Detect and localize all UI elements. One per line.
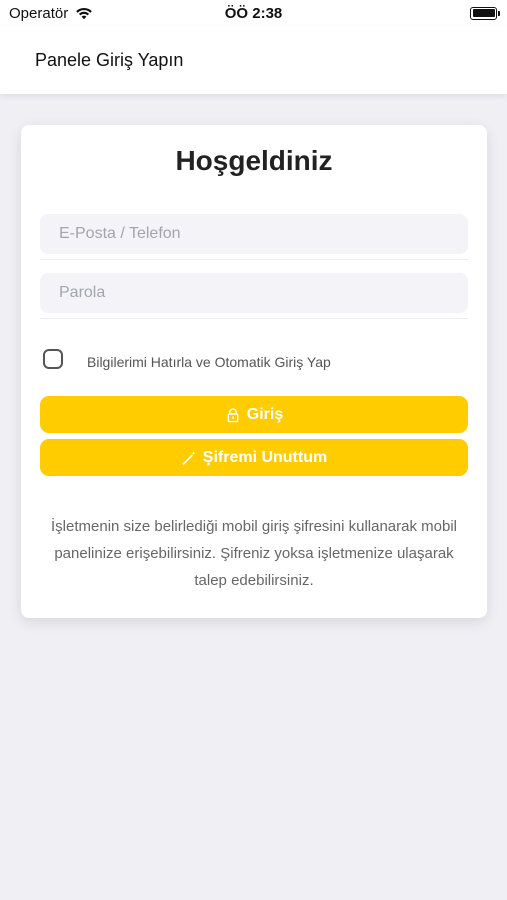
remember-me-label: Bilgilerimi Hatırla ve Otomatik Giriş Ya… bbox=[87, 354, 331, 370]
carrier-label: Operatör bbox=[9, 4, 69, 22]
status-bar: Operatör ÖÖ 2:38 bbox=[0, 0, 507, 26]
battery-icon bbox=[470, 6, 500, 20]
magic-wand-icon bbox=[182, 450, 196, 465]
email-phone-input[interactable] bbox=[40, 214, 468, 254]
status-left: Operatör bbox=[9, 5, 94, 22]
forgot-password-button[interactable]: Şifremi Unuttum bbox=[40, 439, 468, 476]
login-button[interactable]: Giriş bbox=[40, 396, 468, 433]
welcome-title: Hoşgeldiniz bbox=[175, 145, 333, 176]
password-input[interactable] bbox=[40, 273, 468, 313]
battery-level bbox=[472, 9, 495, 17]
info-text: İşletmenin size belirlediği mobil giriş … bbox=[51, 518, 457, 589]
forgot-password-label: Şifremi Unuttum bbox=[202, 448, 328, 466]
nav-title: Panele Giriş Yapın bbox=[35, 49, 184, 70]
login-card: Hoşgeldiniz Bilgilerimi Hatırla ve Otoma… bbox=[21, 125, 487, 618]
password-divider bbox=[40, 318, 468, 319]
remember-me-checkbox[interactable] bbox=[43, 349, 63, 369]
remember-me-toggle[interactable] bbox=[43, 349, 63, 369]
navigation-bar: Panele Giriş Yapın bbox=[0, 26, 507, 94]
wifi-icon bbox=[76, 7, 93, 20]
lock-icon bbox=[227, 407, 239, 422]
email-divider bbox=[40, 259, 468, 260]
login-button-label: Giriş bbox=[246, 405, 284, 423]
